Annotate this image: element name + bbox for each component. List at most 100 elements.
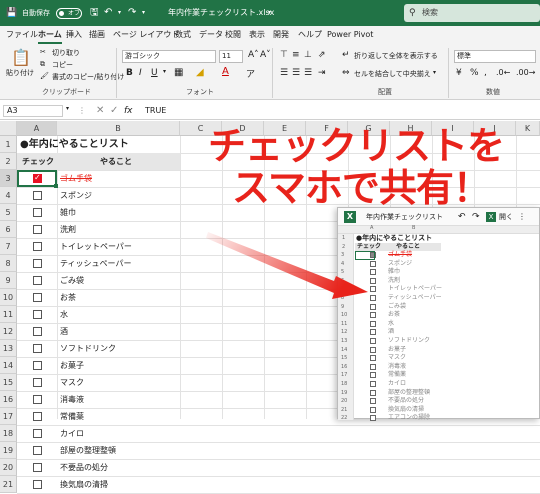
mobile-todo-item[interactable]: 常備薬 [388,371,406,380]
todo-item[interactable]: カイロ [60,425,84,442]
align-middle-icon[interactable]: ≡ [292,50,300,60]
mobile-checkbox[interactable] [370,260,376,267]
checkbox[interactable] [33,208,42,217]
todo-item[interactable]: 不要品の処分 [60,459,108,476]
comma-style-icon[interactable]: , [484,68,487,78]
align-bottom-icon[interactable]: ⊥ [304,50,312,60]
mobile-todo-item[interactable]: 酒 [388,328,394,337]
mobile-checkbox[interactable] [370,303,376,310]
tab-home[interactable]: ホーム [38,26,62,44]
mobile-checkbox[interactable] [370,286,376,293]
todo-item[interactable]: マスク [60,374,84,391]
todo-item[interactable]: 部屋の整理整頓 [60,442,116,459]
checkbox-checked[interactable]: ✓ [33,173,42,183]
borders-icon[interactable]: ▦ [174,67,183,78]
underline-button[interactable]: U [151,68,158,78]
decrease-font-icon[interactable]: A˅ [260,50,271,60]
row-header[interactable]: 4 [0,187,17,204]
tab-developer[interactable]: 開発 [273,26,289,44]
checkbox[interactable] [33,259,42,268]
search-input[interactable]: 検索 [404,4,540,22]
tab-review[interactable]: 校閲 [225,26,241,44]
checkbox[interactable] [33,191,42,200]
align-left-icon[interactable]: ☰ [280,68,288,78]
row-header[interactable]: 1 [0,136,17,153]
mobile-checkbox[interactable] [370,329,376,336]
paste-icon[interactable]: 📋 [11,48,31,67]
mobile-todo-item[interactable]: お茶 [388,311,400,320]
percent-icon[interactable]: % [470,68,479,78]
mobile-checkbox[interactable] [370,346,376,353]
font-size-select[interactable]: 11 [219,50,243,63]
redo-icon[interactable]: ↷ [472,208,480,226]
checkbox[interactable] [33,327,42,336]
orientation-icon[interactable]: ⇗ [318,50,326,60]
tab-view[interactable]: 表示 [249,26,265,44]
tab-data[interactable]: データ [199,26,223,44]
tab-page-layout[interactable]: ページ レイアウト [113,26,179,44]
row-header[interactable]: 11 [0,306,17,323]
chevron-down-icon[interactable]: ▾ [118,0,121,26]
mobile-todo-item[interactable]: カイロ [388,380,406,389]
column-header[interactable]: B [57,121,180,136]
wrap-text-button[interactable]: 折り返して全体を表示する [354,51,438,61]
checkbox[interactable] [33,310,42,319]
mobile-checkbox[interactable] [370,389,376,396]
row-header[interactable]: 16 [0,391,17,408]
copy-button[interactable]: コピー [52,60,73,70]
mobile-todo-item[interactable]: ティッシュペーパー [388,294,442,303]
cut-button[interactable]: 切り取り [52,48,80,58]
phonetic-icon[interactable]: ア [246,67,255,80]
tab-help[interactable]: ヘルプ [298,26,322,44]
column-header[interactable]: K [516,121,540,136]
more-options-icon[interactable]: ⋮ [518,208,526,226]
mobile-checkbox[interactable] [370,398,376,405]
mobile-checkbox[interactable] [370,363,376,370]
checkbox[interactable] [33,361,42,370]
row-header[interactable]: 20 [0,459,17,476]
todo-item[interactable]: 雑巾 [60,204,76,221]
mobile-checkbox[interactable] [370,269,376,276]
todo-item[interactable]: お菓子 [60,357,84,374]
tab-power-pivot[interactable]: Power Pivot [327,26,373,44]
checkbox[interactable] [33,225,42,234]
undo-icon[interactable]: ↶ [104,0,112,26]
fill-color-icon[interactable]: ◢ [196,67,204,78]
mobile-checkbox[interactable] [370,312,376,319]
chevron-down-icon[interactable]: ▾ [66,105,69,112]
chevron-down-icon[interactable]: ▾ [163,68,166,75]
todo-item[interactable]: 消毒液 [60,391,84,408]
row-header[interactable]: 7 [0,238,17,255]
mobile-checkbox[interactable] [370,381,376,387]
merge-icon[interactable]: ⇔ [342,68,350,78]
checkbox[interactable] [33,344,42,353]
mobile-checkbox[interactable] [370,406,376,413]
font-name-select[interactable]: 游ゴシック [122,50,216,63]
row-header[interactable]: 2 [0,153,17,170]
tab-insert[interactable]: 挿入 [66,26,82,44]
checkbox[interactable] [33,463,42,472]
checkbox[interactable] [33,412,42,421]
mobile-checkbox[interactable] [370,355,376,362]
align-right-icon[interactable]: ☰ [304,68,312,78]
checkbox[interactable] [33,242,42,251]
todo-item[interactable]: スポンジ [60,187,92,204]
todo-item[interactable]: 常備薬 [60,408,84,425]
checkbox[interactable] [33,293,42,302]
todo-item[interactable]: 洗剤 [60,221,76,238]
number-format-select[interactable]: 標準 [454,50,536,63]
checkbox[interactable] [33,480,42,489]
mobile-todo-item[interactable]: 洗剤 [388,277,400,286]
checkbox[interactable] [33,446,42,455]
tab-formulas[interactable]: 数式 [175,26,191,44]
decrease-decimal-icon[interactable]: .00→ [516,68,535,77]
row-header[interactable]: 18 [0,425,17,442]
mobile-todo-item[interactable]: 不要品の処分 [388,397,424,406]
mobile-checkbox[interactable] [370,415,376,422]
fill-handle[interactable] [54,184,58,188]
mobile-todo-item[interactable]: ゴム手袋 [388,251,412,260]
column-header[interactable]: A [17,121,57,136]
bold-button[interactable]: B [126,68,133,78]
format-painter-button[interactable]: 書式のコピー/貼り付け [52,72,124,82]
formula-input[interactable]: TRUE [145,103,166,119]
